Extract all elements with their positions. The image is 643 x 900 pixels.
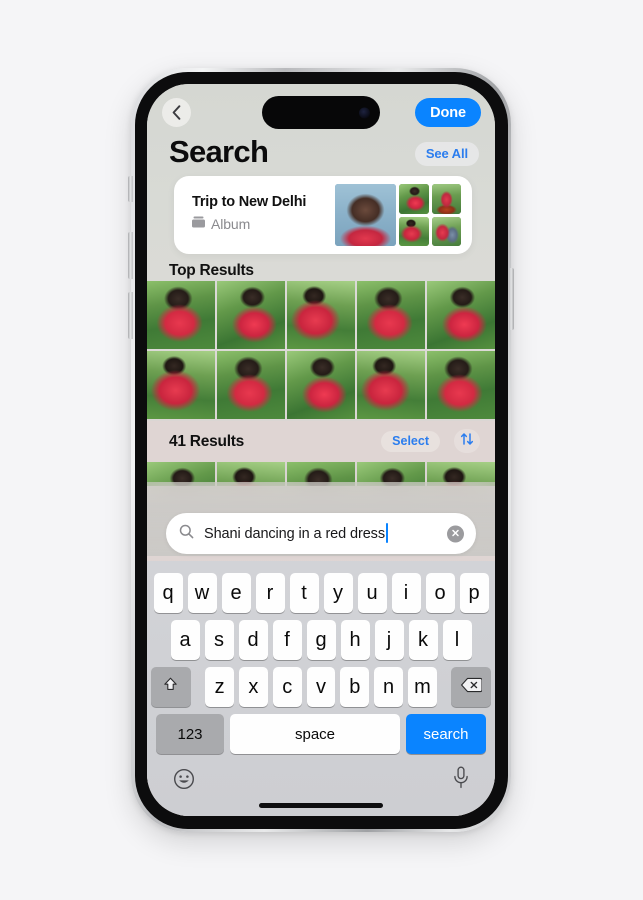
album-thumbnail bbox=[431, 216, 461, 246]
album-result-card[interactable]: Trip to New Delhi Album bbox=[174, 176, 472, 254]
search-input[interactable]: Shani dancing in a red dress bbox=[166, 513, 476, 554]
key-n[interactable]: n bbox=[374, 667, 403, 707]
silent-switch-button[interactable] bbox=[128, 176, 133, 202]
key-k[interactable]: k bbox=[408, 620, 438, 660]
key-v[interactable]: v bbox=[306, 667, 336, 707]
photo-thumbnail[interactable] bbox=[426, 281, 495, 349]
photo-thumbnail[interactable] bbox=[286, 281, 356, 349]
photo-thumbnail[interactable] bbox=[147, 350, 216, 419]
key-i[interactable]: i bbox=[391, 573, 421, 613]
key-w[interactable]: w bbox=[187, 573, 217, 613]
key-u[interactable]: u bbox=[357, 573, 387, 613]
search-input-value: Shani dancing in a red dress bbox=[204, 525, 385, 542]
album-subtitle-row: Album bbox=[192, 215, 306, 233]
photo-thumbnail[interactable] bbox=[356, 350, 426, 419]
emoji-key[interactable] bbox=[173, 768, 195, 795]
clear-circle-icon bbox=[451, 525, 460, 543]
clear-search-button[interactable] bbox=[447, 525, 464, 542]
results-count-label: 41 Results bbox=[169, 433, 245, 450]
photo-thumbnail[interactable] bbox=[426, 350, 495, 419]
shift-key[interactable] bbox=[151, 667, 191, 707]
emoji-face-icon bbox=[173, 768, 195, 794]
sort-arrows-icon bbox=[460, 432, 474, 451]
key-x[interactable]: x bbox=[239, 667, 268, 707]
key-g[interactable]: g bbox=[306, 620, 336, 660]
volume-down-button[interactable] bbox=[128, 292, 133, 339]
key-p[interactable]: p bbox=[459, 573, 489, 613]
page-title: Search bbox=[169, 134, 269, 169]
key-q[interactable]: q bbox=[153, 573, 183, 613]
shift-arrow-icon bbox=[162, 676, 179, 699]
screenshot-canvas: Done Search See All Trip to New Delhi Al… bbox=[0, 0, 643, 900]
album-stack-icon bbox=[192, 215, 205, 233]
photo-results-grid bbox=[147, 281, 495, 419]
text-caret bbox=[386, 523, 388, 543]
album-subtitle: Album bbox=[211, 216, 251, 232]
key-b[interactable]: b bbox=[340, 667, 370, 707]
keyboard-row-4: 123 space search bbox=[147, 714, 495, 754]
numbers-key[interactable]: 123 bbox=[156, 714, 224, 754]
album-card-text: Trip to New Delhi Album bbox=[192, 194, 306, 233]
photo-thumbnail[interactable] bbox=[147, 281, 216, 349]
key-s[interactable]: s bbox=[204, 620, 234, 660]
key-e[interactable]: e bbox=[221, 573, 251, 613]
photo-thumbnail[interactable] bbox=[286, 350, 356, 419]
key-o[interactable]: o bbox=[425, 573, 455, 613]
photo-thumbnail[interactable] bbox=[216, 281, 286, 349]
space-key[interactable]: space bbox=[230, 714, 400, 754]
key-f[interactable]: f bbox=[272, 620, 302, 660]
microphone-icon bbox=[453, 766, 469, 793]
album-title: Trip to New Delhi bbox=[192, 194, 307, 210]
key-h[interactable]: h bbox=[340, 620, 370, 660]
page-header: Search See All bbox=[147, 134, 495, 178]
backspace-icon bbox=[460, 676, 483, 699]
results-toolbar: 41 Results Select bbox=[147, 421, 495, 462]
keyboard-row-2: a s d f g h j k l bbox=[147, 620, 495, 660]
search-return-key[interactable]: search bbox=[406, 714, 486, 754]
album-thumbnail bbox=[399, 184, 429, 214]
key-y[interactable]: y bbox=[323, 573, 353, 613]
home-indicator[interactable] bbox=[259, 803, 383, 808]
album-thumbnail bbox=[335, 184, 396, 246]
magnifier-icon bbox=[179, 524, 194, 544]
keyboard-bottom-bar bbox=[147, 766, 495, 800]
album-thumbnail bbox=[399, 216, 429, 246]
key-m[interactable]: m bbox=[408, 667, 437, 707]
album-thumbnail-strip bbox=[335, 184, 464, 246]
delete-key[interactable] bbox=[451, 667, 492, 707]
key-r[interactable]: r bbox=[255, 573, 285, 613]
chevron-left-icon bbox=[172, 105, 181, 120]
back-button[interactable] bbox=[162, 98, 191, 127]
top-results-heading: Top Results bbox=[169, 262, 254, 279]
photo-thumbnail[interactable] bbox=[356, 281, 426, 349]
key-a[interactable]: a bbox=[170, 620, 200, 660]
on-screen-keyboard: q w e r t y u i o p a s d f g h j k l z … bbox=[147, 561, 495, 816]
album-thumbnail bbox=[431, 184, 461, 214]
album-thumbnail-grid bbox=[399, 184, 461, 246]
phone-screen: Done Search See All Trip to New Delhi Al… bbox=[147, 84, 495, 816]
dictation-key[interactable] bbox=[453, 766, 469, 794]
power-button[interactable] bbox=[509, 268, 514, 330]
key-t[interactable]: t bbox=[289, 573, 319, 613]
front-camera-icon bbox=[359, 107, 370, 118]
photo-thumbnail[interactable] bbox=[216, 350, 286, 419]
volume-up-button[interactable] bbox=[128, 232, 133, 279]
keyboard-row-1: q w e r t y u i o p bbox=[147, 573, 495, 613]
see-all-button[interactable]: See All bbox=[414, 142, 479, 166]
select-button[interactable]: Select bbox=[381, 431, 440, 452]
done-button[interactable]: Done bbox=[415, 98, 481, 127]
keyboard-row-3: z x c v b n m bbox=[147, 667, 495, 707]
sort-button[interactable] bbox=[454, 429, 480, 453]
top-navigation-bar: Done bbox=[147, 92, 495, 132]
key-j[interactable]: j bbox=[374, 620, 404, 660]
dynamic-island bbox=[262, 96, 380, 129]
key-z[interactable]: z bbox=[205, 667, 235, 707]
key-d[interactable]: d bbox=[238, 620, 268, 660]
key-c[interactable]: c bbox=[272, 667, 302, 707]
key-l[interactable]: l bbox=[442, 620, 472, 660]
